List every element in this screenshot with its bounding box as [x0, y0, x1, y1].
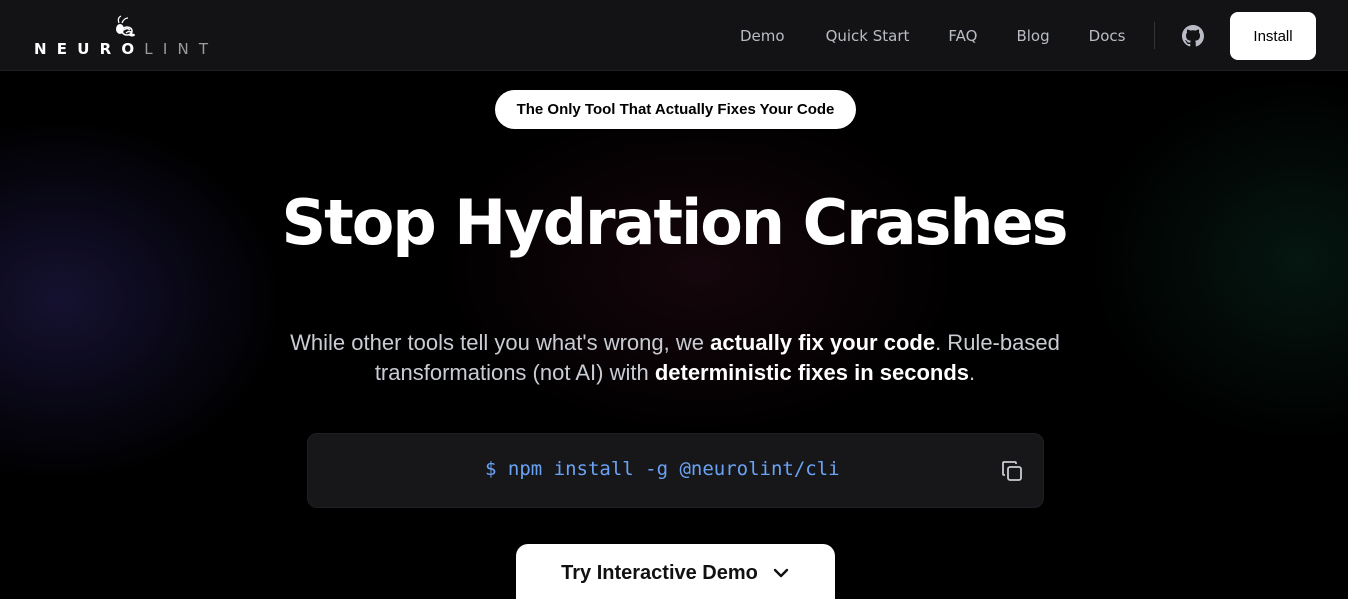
install-command: $ npm install -g @neurolint/cli	[485, 458, 840, 480]
install-command-box: $ npm install -g @neurolint/cli	[307, 433, 1044, 508]
try-demo-button[interactable]: Try Interactive Demo	[516, 544, 835, 599]
nav-faq[interactable]: FAQ	[948, 27, 977, 45]
install-button[interactable]: Install	[1230, 12, 1316, 60]
brand-wordmark: NEUROLINT	[34, 40, 218, 58]
hero-badge: The Only Tool That Actually Fixes Your C…	[495, 90, 856, 129]
nav-divider	[1154, 22, 1155, 49]
nav-blog[interactable]: Blog	[1016, 27, 1049, 45]
subtitle-emphasis-1: actually fix your code	[710, 330, 936, 355]
nav-quick-start[interactable]: Quick Start	[826, 27, 910, 45]
hero-subtitle: While other tools tell you what's wrong,…	[270, 328, 1080, 388]
main-nav: Demo Quick Start FAQ Blog Docs	[740, 0, 1164, 71]
try-demo-label: Try Interactive Demo	[561, 561, 758, 584]
brand-logo[interactable]: NEUROLINT	[34, 14, 224, 60]
subtitle-part-3: .	[969, 360, 976, 385]
subtitle-part-1: While other tools tell you what's wrong,…	[290, 330, 711, 355]
wordmark-bold: NEURO	[34, 40, 145, 58]
subtitle-emphasis-2: deterministic fixes in seconds	[654, 360, 970, 385]
chevron-down-icon	[773, 568, 789, 578]
bee-icon	[116, 15, 135, 37]
nav-demo[interactable]: Demo	[740, 27, 785, 45]
github-icon[interactable]	[1182, 25, 1204, 47]
wordmark-light: LINT	[144, 40, 219, 58]
hero-title: Stop Hydration Crashes	[281, 186, 1068, 259]
nav-docs[interactable]: Docs	[1089, 27, 1126, 45]
top-navbar: NEUROLINT Demo Quick Start FAQ Blog Docs…	[0, 0, 1348, 71]
copy-icon[interactable]	[1000, 459, 1024, 483]
